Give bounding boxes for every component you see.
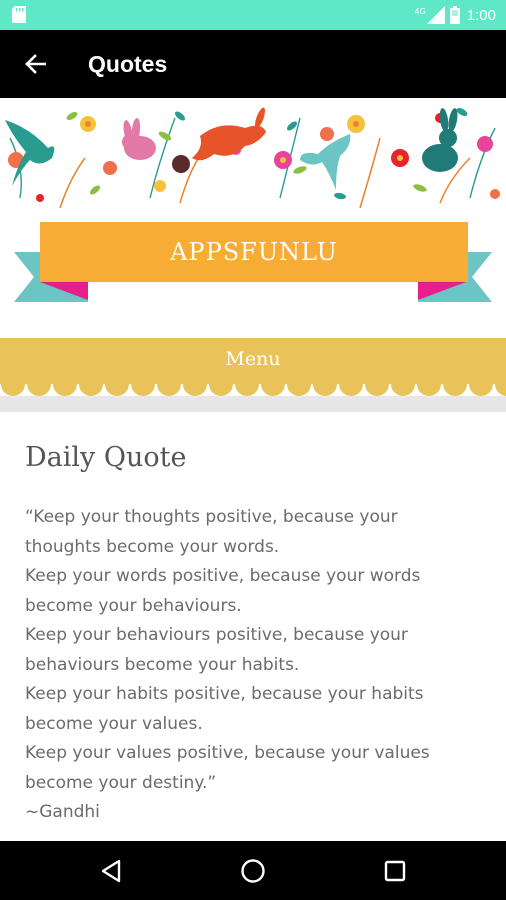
nav-recents-button[interactable] — [355, 841, 435, 900]
arrow-back-icon — [25, 54, 46, 74]
page-title: Quotes — [88, 50, 168, 77]
system-nav-bar — [0, 841, 506, 900]
quote-author: ~Gandhi — [25, 802, 100, 822]
quote-line: thoughts become your words. — [25, 536, 280, 557]
back-button[interactable] — [0, 30, 70, 98]
quote-line: become your values. — [25, 713, 203, 734]
quote-content: Daily Quote “Keep your thoughts positive… — [0, 412, 506, 841]
nav-home-button[interactable] — [213, 841, 293, 900]
quote-line: behaviours become your habits. — [25, 654, 300, 675]
banner-main: APPSFUNLU — [40, 222, 468, 282]
quote-line: Keep your behaviours positive, because y… — [25, 625, 408, 645]
status-bar: 4G 1:00 — [0, 0, 506, 30]
quote-line: become your behaviours. — [25, 595, 242, 616]
section-divider — [0, 396, 506, 412]
quote-heading: Daily Quote — [25, 442, 187, 473]
nav-back-button[interactable] — [71, 841, 151, 900]
quote-line: Keep your habits positive, because your … — [25, 684, 424, 704]
back-triangle-icon — [101, 859, 121, 882]
network-type-label: 4G — [414, 6, 426, 16]
status-clock: 1:00 — [466, 6, 496, 24]
quote-text: “Keep your thoughts positive, because yo… — [25, 503, 481, 828]
title-banner: APPSFUNLU — [0, 210, 506, 338]
recents-square-icon — [384, 860, 406, 881]
quote-line: “Keep your thoughts positive, because yo… — [25, 507, 398, 527]
battery-icon — [449, 6, 460, 24]
floral-pattern — [5, 107, 500, 209]
signal-icon — [426, 6, 445, 24]
menu-button[interactable]: Menu — [0, 338, 506, 396]
app-bar: Quotes — [0, 30, 506, 98]
home-circle-icon — [241, 858, 265, 883]
quote-line: become your destiny.” — [25, 772, 217, 793]
sd-card-icon — [12, 6, 26, 23]
quote-line: Keep your values positive, because your … — [25, 743, 430, 763]
floral-header-illustration — [0, 98, 506, 210]
quote-line: Keep your words positive, because your w… — [25, 566, 421, 586]
menu-label: Menu — [225, 348, 281, 370]
banner-title: APPSFUNLU — [170, 238, 338, 266]
